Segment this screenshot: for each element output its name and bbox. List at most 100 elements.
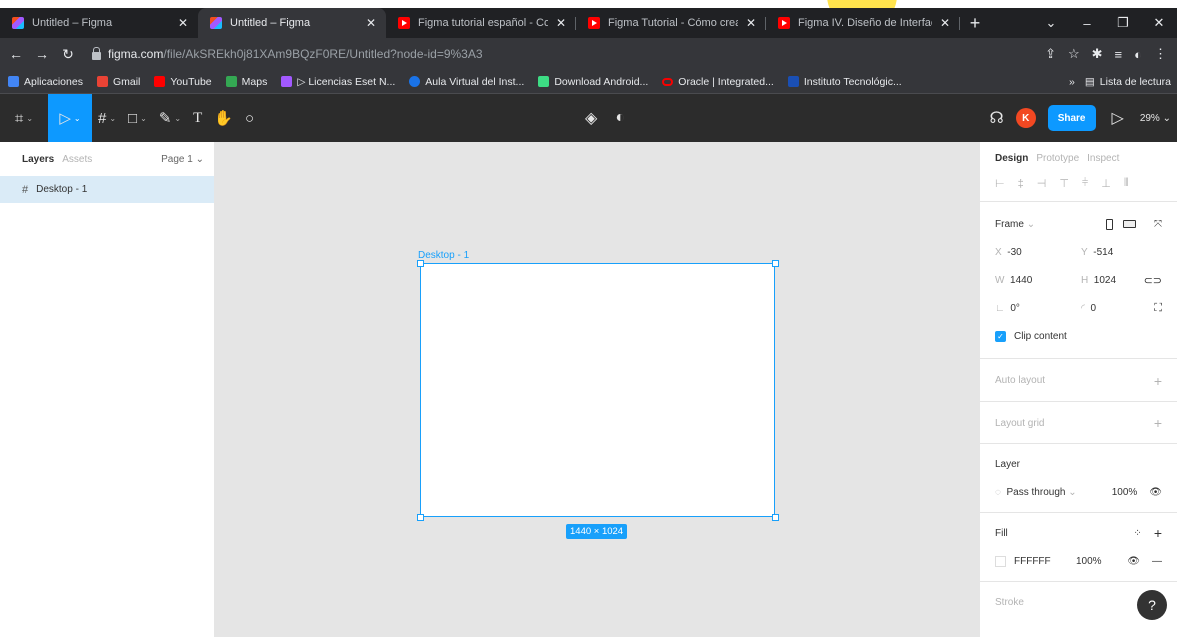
headphones-icon[interactable]: ☊ [989, 108, 1003, 128]
hand-tool-button[interactable]: ✋ [208, 94, 239, 142]
add-layout-grid-icon[interactable]: + [1154, 415, 1162, 431]
browser-tab[interactable]: Figma Tutorial - Cómo crear ✕ [576, 8, 766, 38]
tab-prototype[interactable]: Prototype [1036, 153, 1079, 164]
add-fill-icon[interactable]: + [1154, 525, 1162, 541]
back-icon[interactable]: ← [6, 46, 26, 62]
align-right-icon[interactable]: ⊣ [1037, 177, 1047, 190]
close-tab-icon[interactable]: ✕ [938, 16, 952, 30]
align-middle-icon[interactable]: ⫩ [1082, 177, 1088, 190]
bookmark-item[interactable]: Aplicaciones [8, 76, 83, 88]
tab-layers[interactable]: Layers [22, 154, 54, 165]
bookmark-item[interactable]: ▷ Licencias Eset N... [281, 76, 395, 88]
shape-tool-button[interactable]: □ ⌄ [122, 94, 153, 142]
layer-opacity-field[interactable]: 100% [1112, 487, 1138, 498]
browser-tab-active[interactable]: Untitled – Figma ✕ [198, 8, 386, 38]
reload-icon[interactable]: ↻ [58, 46, 78, 63]
styles-grid-icon[interactable]: ⁘ [1133, 528, 1141, 539]
tab-search-icon[interactable]: ⌄ [1033, 8, 1069, 38]
frame-preset-dropdown[interactable]: Frame ⌄ [995, 219, 1035, 230]
contrast-icon[interactable]: ◐ [615, 109, 625, 127]
close-tab-icon[interactable]: ✕ [554, 16, 568, 30]
x-field[interactable]: X -30 [995, 247, 1081, 258]
visibility-eye-icon[interactable]: 👁 [1149, 487, 1162, 498]
minimize-icon[interactable]: – [1069, 8, 1105, 38]
resize-handle[interactable] [417, 260, 424, 267]
bookmark-item[interactable]: Gmail [96, 76, 140, 88]
move-tool-button[interactable]: ▷ ⌄ [48, 94, 92, 142]
resize-to-fit-icon[interactable]: ⤧ [1154, 219, 1162, 230]
align-top-icon[interactable]: ⊤ [1059, 177, 1069, 190]
bookmark-item[interactable]: YouTube [154, 76, 212, 88]
forward-icon[interactable]: → [32, 46, 52, 62]
more-bookmarks-button[interactable]: » [1069, 76, 1075, 88]
portrait-icon[interactable] [1106, 218, 1113, 230]
tab-design[interactable]: Design [995, 153, 1028, 164]
close-tab-icon[interactable]: ✕ [176, 16, 190, 30]
align-left-icon[interactable]: ⊢ [995, 177, 1005, 190]
share-page-icon[interactable]: ⇪ [1045, 46, 1056, 62]
add-auto-layout-icon[interactable]: + [1154, 373, 1162, 389]
independent-corners-icon[interactable]: ⛶ [1154, 302, 1162, 315]
remove-fill-icon[interactable]: — [1152, 556, 1162, 567]
resize-handle[interactable] [417, 514, 424, 521]
browser-tab[interactable]: Figma IV. Diseño de Interfac ✕ [766, 8, 960, 38]
extensions-icon[interactable]: ✱ [1092, 46, 1103, 62]
desktop-frame[interactable] [420, 263, 775, 517]
zoom-dropdown[interactable]: 29% ⌄ [1140, 113, 1171, 124]
bookmark-item[interactable]: Maps [225, 76, 267, 88]
maximize-icon[interactable]: ❐ [1105, 8, 1141, 38]
height-field[interactable]: H 1024 [1081, 275, 1116, 286]
close-tab-icon[interactable]: ✕ [364, 16, 378, 30]
resize-handle[interactable] [772, 260, 779, 267]
tab-inspect[interactable]: Inspect [1087, 153, 1119, 164]
fill-hex-field[interactable]: FFFFFF [1014, 556, 1076, 567]
new-tab-button[interactable]: + [960, 8, 990, 38]
align-center-h-icon[interactable]: ‡ [1018, 178, 1024, 190]
layer-item[interactable]: # Desktop - 1 [0, 176, 214, 203]
present-play-icon[interactable]: ▷ [1108, 108, 1128, 128]
profile-icon[interactable]: ◐ [1134, 47, 1142, 62]
bookmark-star-icon[interactable]: ☆ [1068, 46, 1080, 62]
y-field[interactable]: Y -514 [1081, 247, 1113, 258]
browser-tab[interactable]: Untitled – Figma ✕ [0, 8, 198, 38]
distribute-icon[interactable]: ⦀ [1124, 177, 1129, 190]
frame-label[interactable]: Desktop - 1 [418, 250, 469, 261]
resize-handle[interactable] [772, 514, 779, 521]
share-button[interactable]: Share [1047, 105, 1096, 131]
width-field[interactable]: W 1440 [995, 275, 1081, 286]
pen-tool-button[interactable]: ✎ ⌄ [153, 94, 187, 142]
text-tool-button[interactable]: T [187, 94, 208, 142]
constrain-proportions-icon[interactable]: ⊂⊃ [1144, 274, 1162, 287]
bookmark-item[interactable]: Oracle | Integrated... [662, 76, 774, 88]
comment-tool-button[interactable]: ○ [239, 94, 260, 142]
figma-toolbar: ⌗ ⌄ ▷ ⌄ # ⌄ □ ⌄ ✎ ⌄ T ✋ ○ ◈ ◐ ☊ K Share ▷ 29%… [0, 94, 1177, 142]
avatar[interactable]: K [1015, 108, 1036, 128]
components-icon[interactable]: ◈ [585, 108, 597, 128]
align-bottom-icon[interactable]: ⊥ [1101, 177, 1111, 190]
bookmark-item[interactable]: Aula Virtual del Inst... [409, 76, 524, 88]
help-button[interactable]: ? [1137, 590, 1167, 620]
corner-radius-field[interactable]: ◜ 0 [1081, 303, 1096, 314]
close-tab-icon[interactable]: ✕ [744, 16, 758, 30]
main-menu-button[interactable]: ⌗ ⌄ [0, 94, 48, 142]
canvas[interactable]: Desktop - 1 1440 × 1024 [215, 142, 979, 637]
frame-tool-button[interactable]: # ⌄ [92, 94, 122, 142]
fill-opacity-field[interactable]: 100% [1076, 556, 1102, 567]
rotation-field[interactable]: ∟ 0° [995, 303, 1081, 314]
fill-swatch[interactable] [995, 555, 1006, 567]
bookmark-item[interactable]: Download Android... [538, 76, 648, 88]
tab-assets[interactable]: Assets [62, 154, 92, 165]
landscape-icon[interactable] [1123, 220, 1136, 228]
blend-mode-dropdown[interactable]: ◌ Pass through ⌄ [995, 487, 1077, 498]
fill-visibility-icon[interactable]: 👁 [1127, 556, 1140, 567]
page-selector[interactable]: Page 1 ⌄ [161, 154, 204, 165]
close-window-icon[interactable]: ✕ [1141, 8, 1177, 38]
media-icon[interactable]: ≡ [1115, 47, 1123, 62]
layers-panel: Layers Assets Page 1 ⌄ # Desktop - 1 [0, 142, 215, 637]
menu-icon[interactable]: ⋮ [1154, 46, 1167, 62]
reading-list-button[interactable]: Lista de lectura [1100, 76, 1171, 88]
clip-content-checkbox[interactable]: ✓ [995, 330, 1006, 342]
url-field[interactable]: figma.com /file/AkSREkh0j81XAm9BQzF0RE/U… [86, 42, 966, 66]
bookmark-item[interactable]: Instituto Tecnológic... [787, 76, 902, 88]
browser-tab[interactable]: Figma tutorial español - Con ✕ [386, 8, 576, 38]
